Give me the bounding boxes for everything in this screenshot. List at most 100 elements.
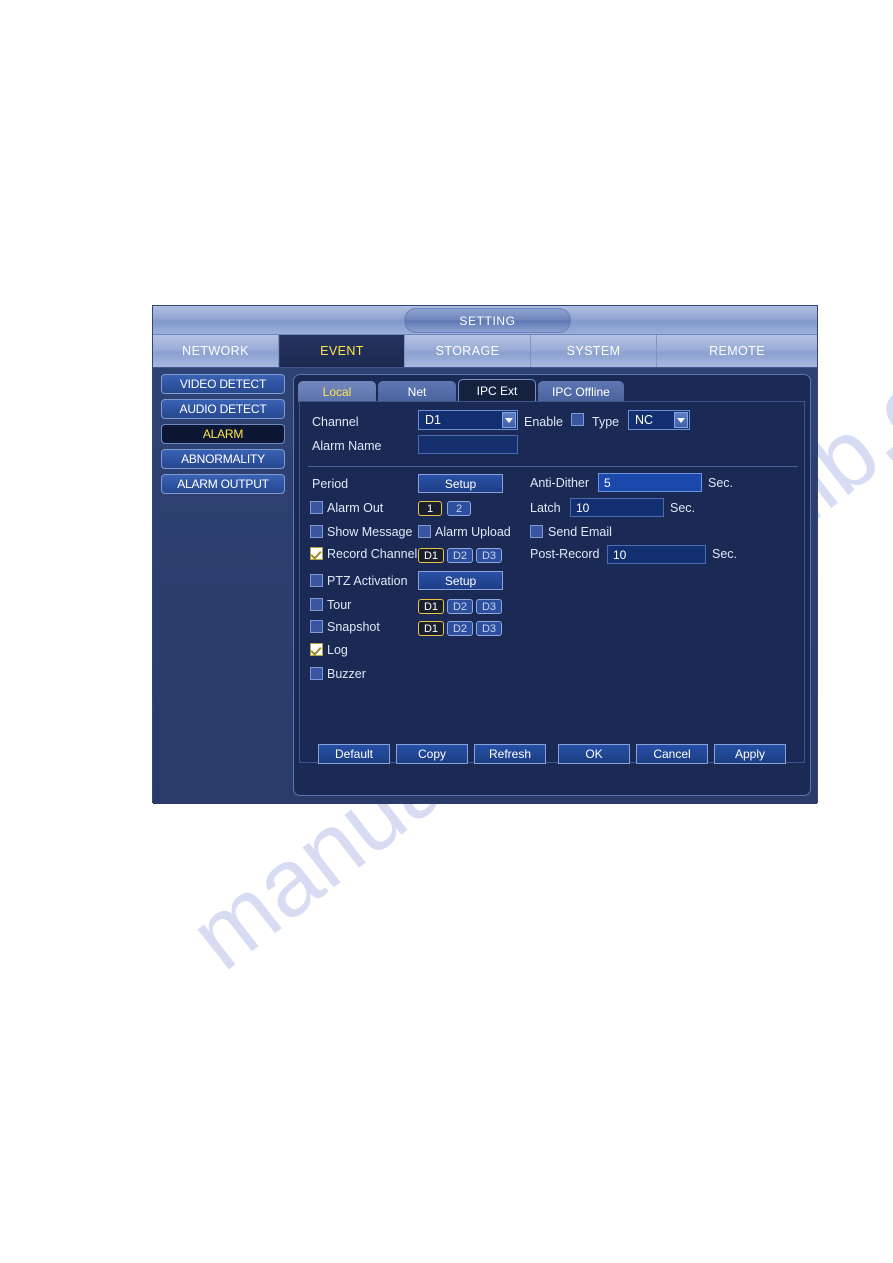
sub-tab-ipc-ext[interactable]: IPC Ext	[458, 379, 536, 402]
ptz-activation-checkbox[interactable]	[310, 574, 323, 587]
tour-chip-label: D1	[423, 600, 439, 613]
apply-button[interactable]: Apply	[714, 744, 786, 764]
window-titlebar: SETTING	[153, 306, 817, 335]
refresh-button[interactable]: Refresh	[474, 744, 546, 764]
snapshot-chip-label: D1	[423, 622, 439, 635]
nav-tab-network[interactable]: NETWORK	[153, 335, 279, 367]
record-channel-chip-label: D2	[452, 549, 468, 562]
tour-chip-label: D3	[481, 600, 497, 613]
nav-tab-label: EVENT	[320, 344, 364, 358]
anti-dither-unit: Sec.	[708, 476, 734, 490]
cancel-button-label: Cancel	[653, 747, 691, 761]
window-body: VIDEO DETECT AUDIO DETECT ALARM ABNORMAL…	[153, 368, 817, 804]
ptz-activation-label: PTZ Activation	[327, 574, 408, 588]
sidebar-item-abnormality[interactable]: ABNORMALITY	[161, 449, 285, 469]
show-message-checkbox[interactable]	[310, 525, 323, 538]
alarm-out-checkbox[interactable]	[310, 501, 323, 514]
nav-tab-label: SYSTEM	[566, 344, 621, 358]
record-channel-d2[interactable]: D2	[447, 548, 473, 563]
record-channel-chip-label: D1	[423, 549, 439, 562]
log-label: Log	[327, 643, 348, 657]
record-channel-chip-label: D3	[481, 549, 497, 562]
tour-checkbox[interactable]	[310, 598, 323, 611]
anti-dither-value: 5	[604, 475, 611, 490]
latch-input[interactable]: 10	[570, 498, 664, 517]
log-checkbox[interactable]	[310, 643, 323, 656]
alarm-out-label: Alarm Out	[327, 501, 384, 515]
sidebar-item-label: AUDIO DETECT	[179, 402, 267, 416]
enable-checkbox[interactable]	[571, 413, 584, 426]
chevron-down-icon[interactable]	[674, 412, 688, 428]
ptz-setup-label: Setup	[444, 573, 477, 588]
default-button[interactable]: Default	[318, 744, 390, 764]
nav-tab-label: NETWORK	[182, 344, 249, 358]
record-channel-d1[interactable]: D1	[418, 548, 444, 563]
record-channel-label: Record Channel	[327, 547, 418, 561]
snapshot-chip-label: D3	[481, 622, 497, 635]
sidebar-item-label: VIDEO DETECT	[179, 377, 267, 391]
type-select[interactable]: NC	[628, 410, 690, 430]
sub-tab-bar: Local Net IPC Ext IPC Offline	[298, 379, 626, 402]
snapshot-channel-d2[interactable]: D2	[447, 621, 473, 636]
alarm-name-label: Alarm Name	[312, 439, 382, 453]
alarm-form: Channel D1 Enable Type NC Alarm Name Per…	[300, 402, 806, 764]
setting-window: SETTING NETWORK EVENT STORAGE SYSTEM REM…	[152, 305, 818, 804]
main-nav: NETWORK EVENT STORAGE SYSTEM REMOTE	[153, 335, 817, 368]
alarm-name-input[interactable]	[418, 435, 518, 454]
sidebar-item-label: ALARM OUTPUT	[177, 477, 269, 491]
channel-select-value: D1	[425, 413, 441, 427]
nav-tab-storage[interactable]: STORAGE	[405, 335, 531, 367]
form-frame: Channel D1 Enable Type NC Alarm Name Per…	[299, 401, 806, 764]
sub-tab-ipc-offline[interactable]: IPC Offline	[538, 381, 624, 402]
alarm-out-port-label: 2	[455, 502, 463, 515]
nav-tab-label: REMOTE	[709, 344, 765, 358]
sidebar-item-audio-detect[interactable]: AUDIO DETECT	[161, 399, 285, 419]
nav-tab-label: STORAGE	[435, 344, 500, 358]
sub-tab-net[interactable]: Net	[378, 381, 456, 402]
latch-unit: Sec.	[670, 501, 696, 515]
record-channel-d3[interactable]: D3	[476, 548, 502, 563]
sub-tab-label: Net	[407, 384, 427, 399]
snapshot-chip-label: D2	[452, 622, 468, 635]
snapshot-checkbox[interactable]	[310, 620, 323, 633]
post-record-value: 10	[613, 547, 627, 562]
sidebar-item-alarm-output[interactable]: ALARM OUTPUT	[161, 474, 285, 494]
channel-select[interactable]: D1	[418, 410, 518, 430]
sidebar-item-label: ABNORMALITY	[181, 452, 265, 466]
sidebar-item-video-detect[interactable]: VIDEO DETECT	[161, 374, 285, 394]
sub-tab-local[interactable]: Local	[298, 381, 376, 402]
copy-button-label: Copy	[417, 747, 446, 761]
send-email-checkbox[interactable]	[530, 525, 543, 538]
buzzer-checkbox[interactable]	[310, 667, 323, 680]
alarm-out-port-2[interactable]: 2	[447, 501, 471, 516]
anti-dither-input[interactable]: 5	[598, 473, 702, 492]
cancel-button[interactable]: Cancel	[636, 744, 708, 764]
nav-tab-event[interactable]: EVENT	[279, 335, 405, 367]
chevron-down-icon[interactable]	[502, 412, 516, 428]
period-setup-label: Setup	[444, 476, 477, 491]
tour-channel-d1[interactable]: D1	[418, 599, 444, 614]
nav-tab-system[interactable]: SYSTEM	[531, 335, 657, 367]
nav-tab-remote[interactable]: REMOTE	[657, 335, 817, 367]
snapshot-channel-d3[interactable]: D3	[476, 621, 502, 636]
copy-button[interactable]: Copy	[396, 744, 468, 764]
tour-channel-d3[interactable]: D3	[476, 599, 502, 614]
alarm-upload-checkbox[interactable]	[418, 525, 431, 538]
period-setup-button[interactable]: Setup	[418, 474, 503, 493]
content-panel: Local Net IPC Ext IPC Offline Channel D1…	[293, 374, 811, 796]
ptz-setup-button[interactable]: Setup	[418, 571, 503, 590]
form-divider	[308, 466, 798, 467]
page-title: SETTING	[404, 308, 571, 333]
record-channel-checkbox[interactable]	[310, 547, 323, 560]
sidebar-item-alarm[interactable]: ALARM	[161, 424, 285, 444]
sub-tab-label: Local	[322, 384, 352, 399]
post-record-input[interactable]: 10	[607, 545, 706, 564]
ok-button[interactable]: OK	[558, 744, 630, 764]
apply-button-label: Apply	[734, 747, 766, 761]
refresh-button-label: Refresh	[488, 747, 532, 761]
type-select-value: NC	[635, 413, 654, 427]
alarm-out-port-1[interactable]: 1	[418, 501, 442, 516]
snapshot-channel-d1[interactable]: D1	[418, 621, 444, 636]
sub-tab-label: IPC Offline	[552, 384, 610, 399]
tour-channel-d2[interactable]: D2	[447, 599, 473, 614]
